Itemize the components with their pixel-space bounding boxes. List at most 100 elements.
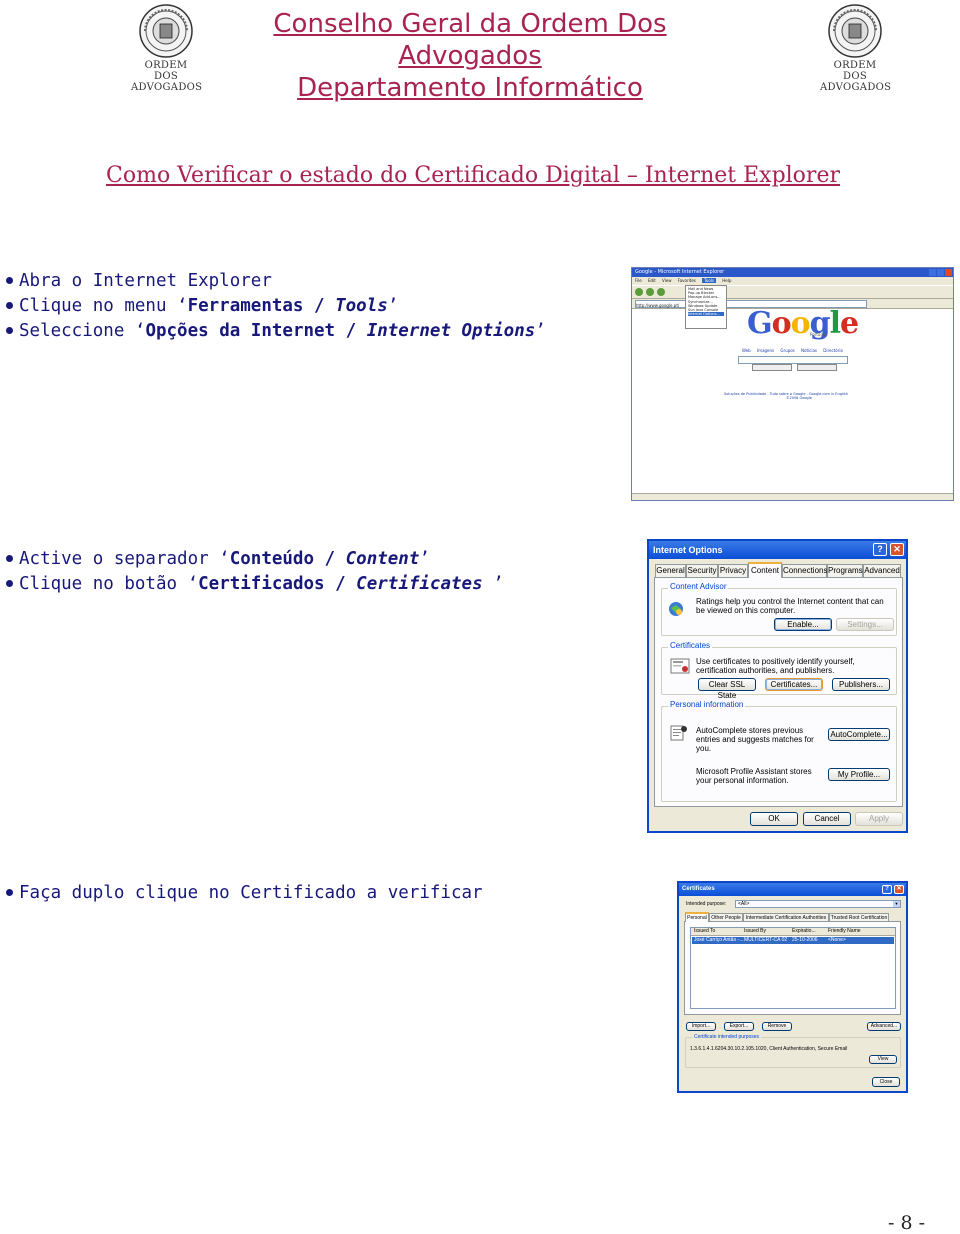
steps-list-1: Abra o Internet Explorer Clique no menu … xyxy=(2,269,546,344)
certificates-group: Certificates Use certificates to positiv… xyxy=(661,641,897,700)
tab-general[interactable]: General xyxy=(655,564,686,577)
bullet-icon xyxy=(6,888,13,896)
export-button[interactable]: Export... xyxy=(724,1022,754,1031)
tab-advanced[interactable]: Advanced xyxy=(863,564,901,577)
step-item: Abra o Internet Explorer xyxy=(2,269,546,294)
close-button[interactable]: Close xyxy=(872,1077,900,1087)
help-icon[interactable]: ? xyxy=(873,543,887,556)
publishers-button[interactable]: Publishers... xyxy=(832,678,890,691)
intended-purposes-value: 1.3.6.1.4.1.6204.30.10.2.105.1020, Clien… xyxy=(690,1046,848,1052)
bullet-icon xyxy=(6,326,13,334)
seal-text-line1: ORDEM DOS xyxy=(833,60,877,82)
dialog-title: Certificates xyxy=(682,886,715,892)
ordem-seal-right: ORDEM DOS ADVOGADOS xyxy=(820,2,891,93)
close-icon[interactable]: ✕ xyxy=(890,543,904,556)
ordem-seal-left: ORDEM DOS ADVOGADOS xyxy=(131,2,202,93)
clear-ssl-state-button[interactable]: Clear SSL State xyxy=(698,678,756,700)
help-icon[interactable]: ? xyxy=(882,885,892,894)
intended-purpose-label: Intended purpose: xyxy=(686,901,727,907)
autocomplete-button[interactable]: AutoComplete... xyxy=(828,728,890,741)
tab-content[interactable]: Content xyxy=(748,562,782,578)
menu-help[interactable]: Help xyxy=(722,278,731,283)
certificates-dialog: Certificates ? ✕ Intended purpose: <All>… xyxy=(677,881,908,1093)
step-item: Seleccione ‘Opções da Internet / Interne… xyxy=(2,319,546,344)
close-icon[interactable]: ✕ xyxy=(894,885,904,894)
step-item: Clique no menu ‘Ferramentas / Tools’ xyxy=(2,294,546,319)
remove-button[interactable]: Remove xyxy=(762,1022,792,1031)
maximize-icon xyxy=(937,269,944,276)
import-button[interactable]: Import... xyxy=(686,1022,716,1031)
ok-button[interactable]: OK xyxy=(750,812,798,826)
steps-list-2: Active o separador ‘Conteúdo / Content’ … xyxy=(2,547,504,597)
settings-button[interactable]: Settings... xyxy=(836,618,894,631)
google-search-input[interactable] xyxy=(738,356,848,364)
table-row[interactable]: José Carriço Antão -... MULTICERT-CA 02 … xyxy=(692,937,894,944)
enable-button[interactable]: Enable... xyxy=(774,618,832,631)
bullet-icon xyxy=(6,554,13,562)
certificates-text: Use certificates to positively identify … xyxy=(696,657,855,675)
content-advisor-icon xyxy=(669,602,683,616)
seal-text-line2: ADVOGADOS xyxy=(131,82,203,93)
intended-purpose-select[interactable]: <All> ▼ xyxy=(735,900,901,908)
menu-item[interactable]: Manage Add-ons... xyxy=(688,295,724,299)
seal-text-line1: ORDEM DOS xyxy=(144,60,188,82)
column-issued-by[interactable]: Issued By xyxy=(744,928,792,935)
menu-file[interactable]: File xyxy=(635,278,642,283)
feeling-lucky-button[interactable] xyxy=(797,364,837,371)
intended-purposes-group: Certificate intended purposes 1.3.6.1.4.… xyxy=(685,1034,901,1068)
personal-information-group: Personal information AutoComplete stores… xyxy=(661,700,897,802)
organization-name: Conselho Geral da Ordem Dos Advogados xyxy=(273,9,667,71)
my-profile-button[interactable]: My Profile... xyxy=(828,768,890,781)
dialog-title: Internet Options xyxy=(653,545,723,555)
content-advisor-group: Content Advisor Ratings help you control… xyxy=(661,582,897,636)
tab-personal[interactable]: Personal xyxy=(685,912,709,922)
certificate-list: Issued To Issued By Expiratio... Friendl… xyxy=(690,927,896,1009)
back-icon[interactable] xyxy=(635,288,643,296)
tools-dropdown-menu: Mail and News Pop-up Blocker Manage Add-… xyxy=(685,285,727,329)
menu-item-internet-options[interactable]: Internet Options... xyxy=(688,312,724,317)
column-expiration[interactable]: Expiratio... xyxy=(792,928,828,935)
cancel-button[interactable]: Cancel xyxy=(803,812,851,826)
column-friendly-name[interactable]: Friendly Name xyxy=(828,928,888,935)
view-button[interactable]: View xyxy=(869,1055,897,1064)
bullet-icon xyxy=(6,301,13,309)
refresh-icon[interactable] xyxy=(657,288,665,296)
document-title: Como Verificar o estado do Certificado D… xyxy=(106,163,840,188)
google-links[interactable]: Web Imagens Grupos Notícias Directório xyxy=(742,348,843,353)
autocomplete-icon xyxy=(670,725,687,741)
cell-friendly-name: <None> xyxy=(828,937,846,943)
ie-toolbar xyxy=(632,285,953,299)
google-footer: Soluções de Publicidade - Tudo sobre o G… xyxy=(724,392,848,400)
ie-window-screenshot: Google - Microsoft Internet Explorer Fil… xyxy=(631,267,954,501)
menu-edit[interactable]: Edit xyxy=(648,278,656,283)
tab-connections[interactable]: Connections xyxy=(782,564,827,577)
tab-programs[interactable]: Programs xyxy=(827,564,863,577)
step-item: Faça duplo clique no Certificado a verif… xyxy=(2,881,483,906)
content-tab-panel: Content Advisor Ratings help you control… xyxy=(654,577,903,807)
autocomplete-text: AutoComplete stores previous entries and… xyxy=(696,726,814,753)
google-search-button[interactable] xyxy=(752,364,792,371)
advanced-button[interactable]: Advanced... xyxy=(867,1022,901,1031)
page-number: - 8 - xyxy=(888,1212,926,1234)
menu-view[interactable]: View xyxy=(662,278,672,283)
forward-icon[interactable] xyxy=(646,288,654,296)
google-subtitle: Portugal xyxy=(810,332,827,337)
menu-tools[interactable]: Tools xyxy=(702,278,717,283)
certificate-icon xyxy=(670,658,690,674)
tab-security[interactable]: Security xyxy=(686,564,718,577)
menu-favorites[interactable]: Favorites xyxy=(678,278,696,283)
internet-options-dialog: Internet Options ? ✕ General Security Pr… xyxy=(647,539,908,833)
ie-title-bar: Google - Microsoft Internet Explorer xyxy=(632,268,953,277)
ie-menu-bar: File Edit View Favorites Tools Help xyxy=(632,277,953,285)
tab-privacy[interactable]: Privacy xyxy=(718,564,748,577)
apply-button[interactable]: Apply xyxy=(855,812,903,826)
minimize-icon xyxy=(929,269,936,276)
certificates-button[interactable]: Certificates... xyxy=(765,678,823,691)
seal-emblem-icon xyxy=(828,4,882,58)
bullet-icon xyxy=(6,276,13,284)
column-issued-to[interactable]: Issued To xyxy=(691,928,744,935)
cell-issued-to: José Carriço Antão -... xyxy=(694,937,744,943)
seal-text-line2: ADVOGADOS xyxy=(820,82,892,93)
step-item: Active o separador ‘Conteúdo / Content’ xyxy=(2,547,504,572)
google-buttons xyxy=(752,364,842,372)
